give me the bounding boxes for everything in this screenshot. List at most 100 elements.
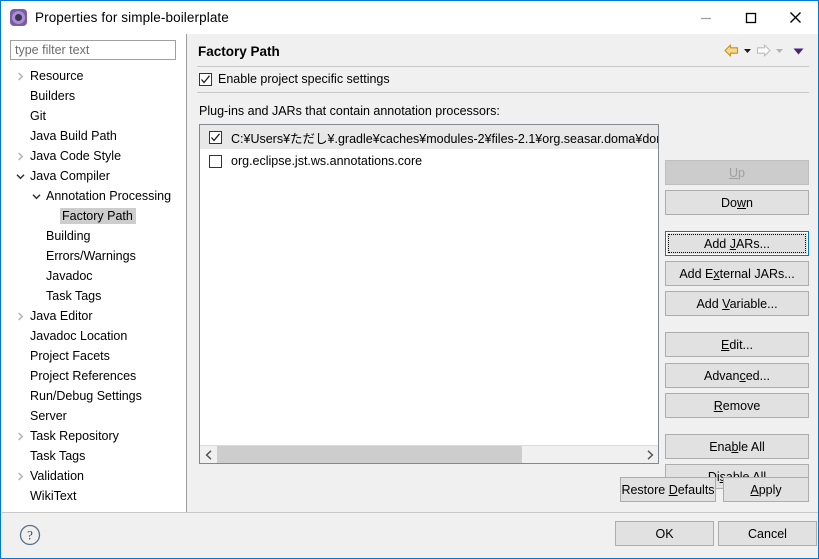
settings-tree: Resource Builders Git Java Build Path Java C…	[2, 66, 186, 506]
page-content: Factory Path Enable project specific set…	[187, 34, 818, 512]
button-label: Enable All	[709, 439, 765, 454]
sidebar-item-label: Factory Path	[60, 208, 136, 224]
close-button[interactable]	[773, 1, 818, 34]
apply-button[interactable]: Apply	[723, 477, 809, 502]
help-question-icon[interactable]: ?	[18, 523, 42, 550]
sidebar-item-java-build-path[interactable]: Java Build Path	[2, 126, 186, 146]
sidebar-item-java-editor[interactable]: Java Editor	[2, 306, 186, 326]
sidebar-item-task-tags[interactable]: Task Tags	[2, 286, 186, 306]
button-label: Apply	[750, 482, 782, 497]
sidebar-item-label: Project References	[30, 369, 137, 383]
list-item-checkbox[interactable]	[209, 154, 222, 168]
gear-icon	[10, 9, 27, 26]
add-jars-button[interactable]: Add JARs...	[665, 231, 809, 256]
filter-input[interactable]	[10, 40, 176, 60]
sidebar-item-java-code-style[interactable]: Java Code Style	[2, 146, 186, 166]
button-label: Edit...	[721, 337, 753, 352]
ok-button[interactable]: OK	[615, 521, 714, 546]
maximize-button[interactable]	[728, 1, 773, 34]
properties-dialog: Properties for simple-boilerplate Resour…	[0, 0, 819, 559]
chevron-down-icon[interactable]	[12, 172, 28, 181]
sidebar-item-task-repository[interactable]: Task Repository	[2, 426, 186, 446]
cancel-button[interactable]: Cancel	[718, 521, 817, 546]
edit-button[interactable]: Edit...	[665, 332, 809, 357]
sidebar-item-wikitext[interactable]: WikiText	[2, 486, 186, 506]
scroll-left-chevron-left-icon[interactable]	[200, 446, 217, 463]
sidebar-item-project-references[interactable]: Project References	[2, 366, 186, 386]
sidebar-item-errors-warnings[interactable]: Errors/Warnings	[2, 246, 186, 266]
sidebar-item-label: Resource	[30, 69, 84, 83]
sidebar-item-project-facets[interactable]: Project Facets	[2, 346, 186, 366]
scrollbar-track[interactable]	[217, 446, 641, 463]
sidebar-item-javadoc[interactable]: Javadoc	[2, 266, 186, 286]
sidebar-item-validation[interactable]: Validation	[2, 466, 186, 486]
back-menu-chevron-down-icon[interactable]	[743, 46, 752, 55]
sidebar-item-resource[interactable]: Resource	[2, 66, 186, 86]
list-item-checkbox[interactable]	[209, 130, 222, 144]
sidebar-item-label: Javadoc	[46, 269, 93, 283]
sidebar-item-java-compiler[interactable]: Java Compiler	[2, 166, 186, 186]
sidebar-item-builders[interactable]: Builders	[2, 86, 186, 106]
sidebar-item-label: Builders	[30, 89, 76, 103]
enable-project-settings-checkbox[interactable]	[199, 72, 212, 86]
sidebar-item-server[interactable]: Server	[2, 406, 186, 426]
down-button[interactable]: Down	[665, 190, 809, 215]
sidebar-item-label: WikiText	[30, 489, 77, 503]
scrollbar-thumb[interactable]	[217, 446, 523, 463]
list-item-label: C:¥Users¥ただし¥.gradle¥caches¥modules-2¥fi…	[231, 131, 658, 146]
sidebar-item-run-debug-settings[interactable]: Run/Debug Settings	[2, 386, 186, 406]
chevron-right-icon[interactable]	[12, 71, 28, 81]
button-label: Add External JARs...	[679, 266, 795, 281]
enable-all-button[interactable]: Enable All	[665, 434, 809, 459]
chevron-down-icon[interactable]	[28, 192, 44, 201]
button-label: Advanced...	[703, 368, 771, 383]
sidebar-item-label: Git	[30, 109, 46, 123]
header-divider	[197, 66, 809, 67]
add-variable-button[interactable]: Add Variable...	[665, 291, 809, 316]
factory-path-list[interactable]: C:¥Users¥ただし¥.gradle¥caches¥modules-2¥fi…	[199, 124, 659, 464]
scroll-right-chevron-right-icon[interactable]	[641, 446, 658, 463]
chevron-right-icon[interactable]	[12, 151, 28, 161]
up-button: Up	[665, 160, 809, 185]
minimize-button[interactable]	[683, 1, 728, 34]
sidebar-item-label: Errors/Warnings	[46, 249, 136, 263]
enable-project-settings-row[interactable]: Enable project specific settings	[199, 72, 390, 86]
button-label: Up	[729, 165, 745, 180]
view-menu-chevron-down-icon[interactable]	[793, 46, 804, 56]
remove-button[interactable]: Remove	[665, 393, 809, 418]
page-nav-icons	[723, 43, 804, 58]
button-label: Remove	[713, 398, 761, 413]
sidebar-item-label: Server	[30, 409, 67, 423]
sidebar-item-label: Project Facets	[30, 349, 110, 363]
sidebar-item-label: Task Repository	[30, 429, 119, 443]
sidebar-item-label: Validation	[30, 469, 84, 483]
sidebar-item-label: Java Code Style	[30, 149, 122, 163]
settings-tree-panel: Resource Builders Git Java Build Path Java C…	[2, 34, 186, 512]
sidebar-item-label: Run/Debug Settings	[30, 389, 142, 403]
back-arrow-icon[interactable]	[723, 43, 740, 58]
button-label: Restore Defaults	[621, 482, 715, 497]
chevron-right-icon[interactable]	[12, 471, 28, 481]
sidebar-item-building[interactable]: Building	[2, 226, 186, 246]
add-external-jars-button[interactable]: Add External JARs...	[665, 261, 809, 286]
list-item[interactable]: C:¥Users¥ただし¥.gradle¥caches¥modules-2¥fi…	[200, 125, 658, 149]
sidebar-item-label: Task Tags	[46, 289, 102, 303]
list-item[interactable]: org.eclipse.jst.ws.annotations.core	[200, 149, 658, 173]
sidebar-item-annotation-processing[interactable]: Annotation Processing	[2, 186, 186, 206]
advanced-button[interactable]: Advanced...	[665, 363, 809, 388]
chevron-right-icon[interactable]	[12, 311, 28, 321]
chevron-right-icon[interactable]	[12, 431, 28, 441]
sidebar-item-javadoc-location[interactable]: Javadoc Location	[2, 326, 186, 346]
sidebar-item-git[interactable]: Git	[2, 106, 186, 126]
forward-menu-chevron-down-icon	[775, 46, 784, 55]
page-title: Factory Path	[198, 44, 280, 59]
sidebar-item-label: Java Build Path	[30, 129, 117, 143]
horizontal-scrollbar[interactable]	[200, 445, 658, 463]
sidebar-item-task-tags[interactable]: Task Tags	[2, 446, 186, 466]
title-bar: Properties for simple-boilerplate	[1, 1, 818, 34]
forward-arrow-icon	[755, 43, 772, 58]
sidebar-item-factory-path[interactable]: Factory Path	[2, 206, 186, 226]
restore-defaults-button[interactable]: Restore Defaults	[620, 477, 716, 502]
sidebar-item-label: Java Compiler	[30, 169, 110, 183]
button-label: Down	[721, 195, 753, 210]
